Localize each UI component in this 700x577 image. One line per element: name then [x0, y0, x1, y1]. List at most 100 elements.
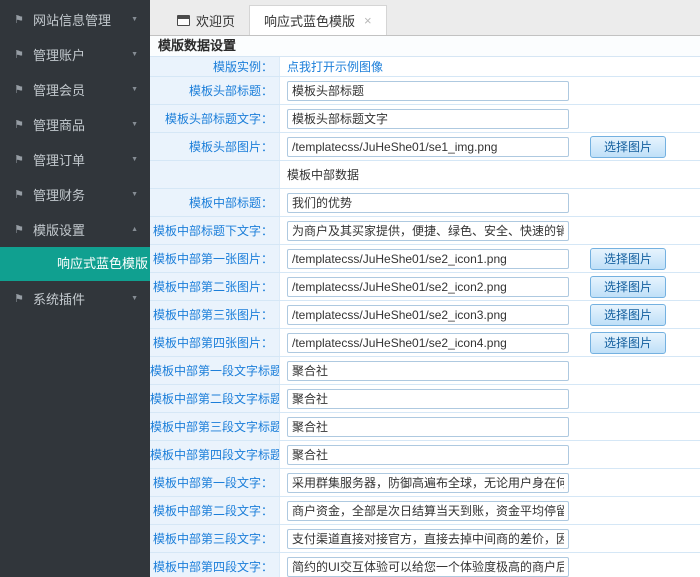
tab-responsive-blue-template[interactable]: 响应式蓝色模版 × — [249, 5, 387, 35]
sidebar-item-label: 管理会员 — [29, 80, 131, 99]
field-value-cell: 点我打开示例图像 — [280, 57, 700, 76]
section-heading: 模板中部数据 — [287, 166, 359, 183]
field-value-cell — [280, 441, 700, 468]
flag-icon: ⚑ — [14, 83, 29, 96]
panel-title: 模版数据设置 — [150, 36, 700, 57]
field-value-cell: 选择图片 — [280, 329, 700, 356]
field-value-cell: 选择图片 — [280, 301, 700, 328]
field-value-cell: 模板中部数据 — [280, 161, 700, 188]
form-row: 模板中部第二段文字： — [150, 497, 700, 525]
sidebar-item[interactable]: ⚑管理商品▼ — [0, 107, 150, 142]
sidebar-item[interactable]: ⚑网站信息管理▼ — [0, 2, 150, 37]
form-row: 模板中部第一张图片：选择图片 — [150, 245, 700, 273]
field-label: 模版实例： — [150, 57, 280, 76]
tab-welcome[interactable]: 欢迎页 — [163, 5, 249, 35]
content-panel: 模版数据设置 模版实例： 点我打开示例图像模板头部标题：模板头部标题文字：模板头部… — [150, 36, 700, 577]
form-row: 模板中部第一段文字标题： — [150, 357, 700, 385]
field-label: 模板中部标题： — [150, 189, 280, 216]
sidebar-item-label: 模版设置 — [29, 220, 131, 239]
field-value-cell: 选择图片 — [280, 133, 700, 160]
chevron-down-icon: ▼ — [131, 156, 138, 163]
chevron-down-icon: ▼ — [131, 16, 138, 23]
chevron-down-icon: ▼ — [131, 191, 138, 198]
field-label: 模板中部第二段文字标题： — [150, 385, 280, 412]
sidebar-item[interactable]: ⚑管理财务▼ — [0, 177, 150, 212]
field-label: 模板中部第三段文字标题： — [150, 413, 280, 440]
field-label: 模板中部第一段文字标题： — [150, 357, 280, 384]
field-value-cell — [280, 553, 700, 577]
field-label: 模板中部第四段文字标题： — [150, 441, 280, 468]
field-input[interactable] — [287, 473, 569, 493]
flag-icon: ⚑ — [14, 153, 29, 166]
form-row: 模板中部第四段文字标题： — [150, 441, 700, 469]
form-row: 模板头部标题： — [150, 77, 700, 105]
field-label: 模板头部标题： — [150, 77, 280, 104]
field-value-cell — [280, 497, 700, 524]
field-input[interactable] — [287, 81, 569, 101]
form-row: 模板中部第三段文字标题： — [150, 413, 700, 441]
sidebar-subitem-active[interactable]: 响应式蓝色模版 — [0, 247, 150, 281]
field-input[interactable] — [287, 305, 569, 325]
select-image-button[interactable]: 选择图片 — [590, 276, 666, 298]
chevron-down-icon: ▼ — [131, 121, 138, 128]
flag-icon: ⚑ — [14, 48, 29, 61]
field-label: 模板中部第四张图片： — [150, 329, 280, 356]
field-value-cell — [280, 77, 700, 104]
field-label: 模板中部第三张图片： — [150, 301, 280, 328]
field-value-cell — [280, 413, 700, 440]
close-icon[interactable]: × — [364, 14, 372, 27]
form-row: 模板中部第三段文字： — [150, 525, 700, 553]
field-label: 模板中部第三段文字： — [150, 525, 280, 552]
field-input[interactable] — [287, 109, 569, 129]
field-input[interactable] — [287, 557, 569, 577]
sidebar-item[interactable]: ⚑管理会员▼ — [0, 72, 150, 107]
sidebar-item[interactable]: ⚑系统插件▼ — [0, 281, 150, 316]
field-input[interactable] — [287, 193, 569, 213]
sidebar-item[interactable]: ⚑管理账户▼ — [0, 37, 150, 72]
field-input[interactable] — [287, 333, 569, 353]
field-input[interactable] — [287, 389, 569, 409]
field-input[interactable] — [287, 277, 569, 297]
field-value-cell — [280, 217, 700, 244]
flag-icon: ⚑ — [14, 13, 29, 26]
sidebar-item[interactable]: ⚑模版设置▲ — [0, 212, 150, 247]
field-label: 模板中部第二张图片： — [150, 273, 280, 300]
field-value-cell — [280, 357, 700, 384]
field-input[interactable] — [287, 445, 569, 465]
field-input[interactable] — [287, 529, 569, 549]
select-image-button[interactable]: 选择图片 — [590, 304, 666, 326]
field-input[interactable] — [287, 221, 569, 241]
app-window: ⚑网站信息管理▼⚑管理账户▼⚑管理会员▼⚑管理商品▼⚑管理订单▼⚑管理财务▼⚑模… — [0, 0, 700, 577]
select-image-button[interactable]: 选择图片 — [590, 332, 666, 354]
select-image-button[interactable]: 选择图片 — [590, 136, 666, 158]
select-image-button[interactable]: 选择图片 — [590, 248, 666, 270]
field-input[interactable] — [287, 361, 569, 381]
form-row: 模板中部第三张图片： 选择图片 — [150, 301, 700, 329]
field-label — [150, 161, 280, 188]
form-row: 模版实例： 点我打开示例图像 — [150, 57, 700, 77]
flag-icon: ⚑ — [14, 188, 29, 201]
field-label: 模板头部标题文字： — [150, 105, 280, 132]
chevron-down-icon: ▼ — [131, 51, 138, 58]
sidebar: ⚑网站信息管理▼⚑管理账户▼⚑管理会员▼⚑管理商品▼⚑管理订单▼⚑管理财务▼⚑模… — [0, 0, 150, 577]
form-row: 模板中部标题： — [150, 189, 700, 217]
form-row: 模板头部图片：选择图片 — [150, 133, 700, 161]
example-image-link[interactable]: 点我打开示例图像 — [287, 58, 383, 75]
field-input[interactable] — [287, 137, 569, 157]
form-row: 模板中部标题下文字： — [150, 217, 700, 245]
field-input[interactable] — [287, 417, 569, 437]
sidebar-item-label: 管理账户 — [29, 45, 131, 64]
field-label: 模板中部第二段文字： — [150, 497, 280, 524]
field-value-cell — [280, 105, 700, 132]
tab-bar: 欢迎页 响应式蓝色模版 × — [150, 0, 700, 36]
sidebar-item-label: 管理财务 — [29, 185, 131, 204]
field-input[interactable] — [287, 501, 569, 521]
field-value-cell — [280, 525, 700, 552]
field-label: 模板中部第一段文字： — [150, 469, 280, 496]
sidebar-item-label: 管理商品 — [29, 115, 131, 134]
form-row: 模板中部第四张图片： 选择图片 — [150, 329, 700, 357]
sidebar-item[interactable]: ⚑管理订单▼ — [0, 142, 150, 177]
form-row: 模板中部第四段文字： — [150, 553, 700, 577]
field-input[interactable] — [287, 249, 569, 269]
form-row: 模板头部标题文字： — [150, 105, 700, 133]
